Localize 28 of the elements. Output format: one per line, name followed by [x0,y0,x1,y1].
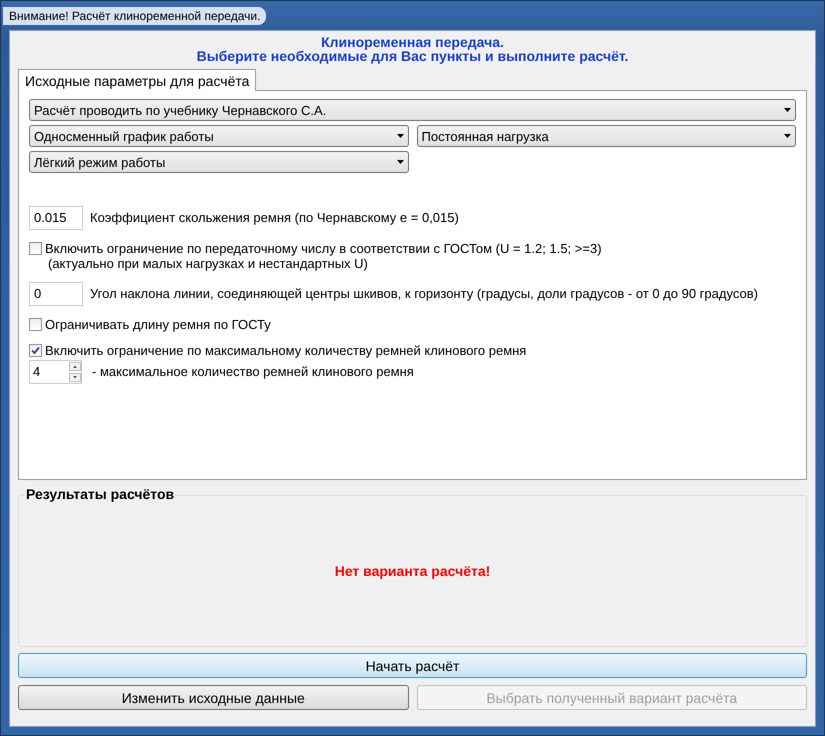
dropdown[interactable]: Односменный график работы [29,125,408,147]
caret-icon [397,160,404,164]
input-field[interactable]: 0.015 [29,206,83,230]
checkbox[interactable] [29,318,42,331]
header-text: Выберите необходимые для Вас пункты и выполните расчёт. [196,49,630,63]
dropdown[interactable]: Лёгкий режим работы [29,151,409,173]
input-field[interactable]: 0 [29,282,83,306]
checkbox[interactable] [29,242,42,255]
start-button[interactable]: Начать расчёт [18,653,807,678]
caret-icon [784,108,791,112]
caret-icon [784,134,791,138]
action-button[interactable]: Изменить исходные данные [18,685,408,710]
caret-icon [396,134,404,138]
header-text: Клиноременная передача. [320,35,505,49]
dropdown[interactable]: Расчёт проводить по учебнику Чернавского С.А. [29,99,796,121]
dropdown[interactable]: Постоянная нагрузка [416,125,796,147]
field-description: Коэффициент скольжения ремня (по Чернавскому е = 0,015) [90,209,459,227]
window-title: Внимание! Расчёт клиноременной передачи. [3,6,266,24]
group-title: Результаты расчётов [25,486,176,502]
tab[interactable]: Исходные параметры для расчёта [18,69,256,91]
spinner-description: - максимальное количество ремней клинового ремня [92,363,414,381]
checkbox-label[interactable]: Включить ограничение по передаточному числу в соответствии с ГОСТом (U = 1.2; 1.5; >=3) [45,241,602,256]
checkbox[interactable] [29,344,42,357]
note-text: (актуально при малых нагрузках и нестандартных U) [48,256,369,271]
checkbox-label[interactable]: Ограничивать длину ремня по ГОСТу [45,317,271,332]
checkbox-label[interactable]: Включить ограничение по максимальному количеству ремней клинового ремня [45,343,526,358]
field-description: Угол наклона линии, соединяющей центры шкивов, к горизонту (градусы, доли градусов - от 0 до 90 градусов) [90,285,758,303]
result-message: Нет варианта расчёта! [334,563,490,579]
